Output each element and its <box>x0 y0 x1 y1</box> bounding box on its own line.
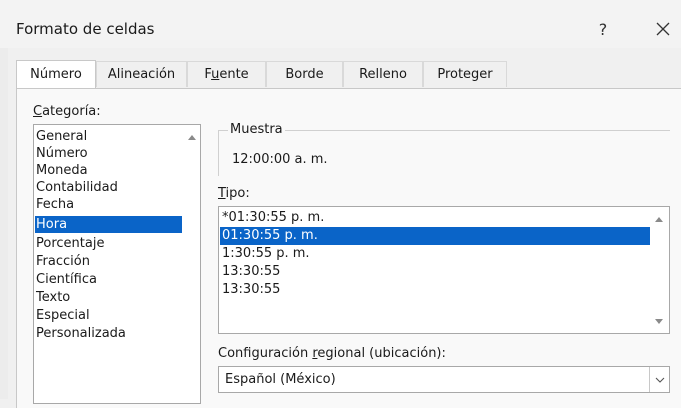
type-item[interactable]: 1:30:55 p. m. <box>220 245 650 263</box>
type-item[interactable]: *01:30:55 p. m. <box>220 209 650 227</box>
regional-dropdown[interactable]: Español (México) <box>218 366 670 393</box>
tab-numero[interactable]: Número <box>16 60 96 88</box>
window-edge <box>0 48 8 399</box>
category-item-fraccion[interactable]: Fracción <box>35 253 182 270</box>
type-label: Tipo: <box>218 186 250 201</box>
type-item[interactable]: 13:30:55 <box>220 263 650 281</box>
tab-relleno[interactable]: Relleno <box>343 61 423 87</box>
chevron-down-icon <box>655 377 664 383</box>
type-scroll-up-icon[interactable] <box>655 217 663 222</box>
category-item-general[interactable]: General <box>35 128 182 145</box>
category-item-porcentaje[interactable]: Porcentaje <box>35 235 182 252</box>
format-cells-dialog: Formato de celdas ? Número Alineación Fu… <box>0 0 681 408</box>
type-scroll-down-icon[interactable] <box>655 319 663 324</box>
tab-alineacion[interactable]: Alineación <box>96 61 187 87</box>
tab-label: Relleno <box>359 67 407 82</box>
close-button[interactable] <box>648 14 678 44</box>
category-item-numero[interactable]: Número <box>35 145 182 162</box>
category-item-contabilidad[interactable]: Contabilidad <box>35 179 182 196</box>
type-listbox[interactable]: *01:30:55 p. m. 01:30:55 p. m. 1:30:55 p… <box>218 206 670 334</box>
sample-value: 12:00:00 a. m. <box>232 152 328 167</box>
tab-label: Alineación <box>107 67 176 82</box>
tab-label: Borde <box>285 67 324 82</box>
type-item-selected[interactable]: 01:30:55 p. m. <box>220 227 650 245</box>
category-item-cientifica[interactable]: Científica <box>35 271 182 288</box>
dropdown-button[interactable] <box>649 367 669 392</box>
tab-borde[interactable]: Borde <box>266 61 343 87</box>
category-listbox[interactable]: General Número Moneda Contabilidad Fecha… <box>33 124 201 404</box>
category-item-especial[interactable]: Especial <box>35 307 182 324</box>
window-title: Formato de celdas <box>16 20 155 38</box>
category-item-personalizada[interactable]: Personalizada <box>35 325 182 342</box>
tab-fuente[interactable]: Fuente <box>187 61 266 87</box>
category-item-hora[interactable]: Hora <box>35 216 182 233</box>
type-item[interactable]: 13:30:55 <box>220 281 650 299</box>
regional-value: Español (México) <box>225 372 336 387</box>
category-item-fecha[interactable]: Fecha <box>35 196 182 213</box>
category-item-texto[interactable]: Texto <box>35 289 182 306</box>
tab-proteger[interactable]: Proteger <box>423 61 507 87</box>
tab-label: Fuente <box>204 67 249 82</box>
title-bar: Formato de celdas ? <box>0 0 681 48</box>
category-scroll-up-icon[interactable] <box>188 135 196 140</box>
tab-label: Número <box>30 67 82 82</box>
close-icon <box>656 22 670 36</box>
sample-legend: Muestra <box>228 122 285 137</box>
category-label: Categoría: <box>33 104 101 119</box>
regional-label: Configuración regional (ubicación): <box>218 346 446 361</box>
tab-label: Proteger <box>437 67 493 82</box>
category-item-moneda[interactable]: Moneda <box>35 162 182 179</box>
help-button[interactable]: ? <box>588 14 618 44</box>
